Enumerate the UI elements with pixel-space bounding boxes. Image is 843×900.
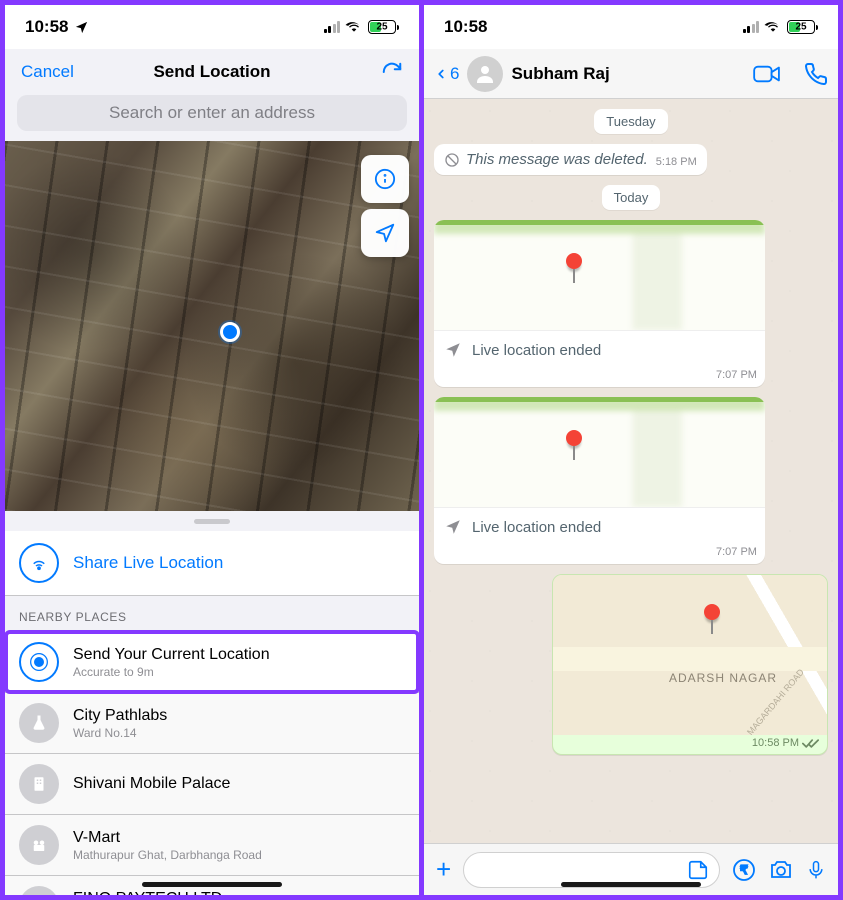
home-indicator[interactable] xyxy=(561,882,701,887)
place-title: City Pathlabs xyxy=(73,707,167,725)
received-live-location-card[interactable]: Live location ended 7:07 PM xyxy=(434,397,765,564)
live-location-ended-row: Live location ended xyxy=(434,330,765,369)
page-title: Send Location xyxy=(91,62,333,82)
place-sub: Accurate to 9m xyxy=(73,665,270,679)
place-title: Send Your Current Location xyxy=(73,646,270,664)
wifi-icon xyxy=(764,20,782,34)
store-icon xyxy=(19,825,59,865)
row-city-pathlabs[interactable]: City Pathlabs Ward No.14 xyxy=(5,692,419,753)
row-shivani-mobile-palace[interactable]: Shivani Mobile Palace xyxy=(5,753,419,814)
voice-call-button[interactable] xyxy=(804,62,828,86)
current-location-icon xyxy=(19,642,59,682)
location-map-thumb xyxy=(434,397,765,507)
bottom-sheet[interactable]: Share Live Location NEARBY PLACES Send Y… xyxy=(5,511,419,895)
map-area-label: ADARSH NAGAR xyxy=(669,671,777,685)
status-bar: 10:58 25 xyxy=(5,5,419,49)
share-live-location-label: Share Live Location xyxy=(73,553,223,573)
place-title: V-Mart xyxy=(73,829,262,847)
cellular-signal-icon xyxy=(743,21,760,33)
cellular-signal-icon xyxy=(324,21,341,33)
status-time: 10:58 xyxy=(25,17,68,37)
location-ended-icon xyxy=(444,341,462,359)
map-pin-icon xyxy=(704,604,720,620)
nav-bar: Cancel Send Location xyxy=(5,49,419,95)
payment-button[interactable]: ₹ xyxy=(732,858,756,882)
location-ended-icon xyxy=(444,518,462,536)
live-location-ended-row: Live location ended xyxy=(434,507,765,546)
svg-text:₹: ₹ xyxy=(740,863,748,877)
home-indicator[interactable] xyxy=(142,882,282,887)
attach-button[interactable]: + xyxy=(436,854,451,885)
back-button[interactable]: 6 xyxy=(434,63,459,85)
search-container: Search or enter an address xyxy=(5,95,419,141)
deleted-message[interactable]: This message was deleted. 5:18 PM xyxy=(434,144,707,175)
date-chip: Tuesday xyxy=(594,109,667,134)
message-time: 5:18 PM xyxy=(656,156,697,168)
video-call-button[interactable] xyxy=(752,63,782,85)
block-icon xyxy=(444,152,460,168)
avatar[interactable] xyxy=(467,56,503,92)
camera-button[interactable] xyxy=(768,858,794,882)
battery-icon: 25 xyxy=(368,20,399,34)
message-time: 7:07 PM xyxy=(434,369,765,387)
location-services-icon xyxy=(74,20,89,35)
place-title: Shivani Mobile Palace xyxy=(73,775,230,793)
map-pin-icon xyxy=(566,430,582,446)
search-placeholder: Search or enter an address xyxy=(109,103,315,123)
sticker-button[interactable] xyxy=(687,859,709,881)
location-map-thumb: ADARSH NAGAR MAGARDAHI ROAD xyxy=(553,575,827,735)
map-pin-icon xyxy=(566,253,582,269)
wifi-icon xyxy=(345,20,363,34)
contact-name[interactable]: Subham Raj xyxy=(511,64,744,84)
status-time: 10:58 xyxy=(444,17,487,37)
chat-header: 6 Subham Raj xyxy=(424,49,838,99)
battery-icon: 25 xyxy=(787,20,818,34)
recenter-button[interactable] xyxy=(361,209,409,257)
building-icon xyxy=(19,764,59,804)
cancel-button[interactable]: Cancel xyxy=(21,62,91,82)
search-input[interactable]: Search or enter an address xyxy=(17,95,407,131)
row-v-mart[interactable]: V-Mart Mathurapur Ghat, Darbhanga Road xyxy=(5,814,419,875)
live-location-icon xyxy=(19,543,59,583)
place-title: FINO PAYTECH LTD. xyxy=(73,890,255,896)
flask-icon xyxy=(19,703,59,743)
place-sub: Mathurapur Ghat, Darbhanga Road xyxy=(73,848,262,862)
sent-location-card[interactable]: ADARSH NAGAR MAGARDAHI ROAD 10:58 PM xyxy=(552,574,828,755)
phone-whatsapp-chat: 10:58 25 6 Subham Raj xyxy=(419,5,838,895)
row-send-current-location[interactable]: Send Your Current Location Accurate to 9… xyxy=(5,632,419,692)
refresh-button[interactable] xyxy=(333,61,403,83)
building-icon xyxy=(19,886,59,895)
chat-input-bar: + ₹ xyxy=(424,843,838,895)
map-info-button[interactable] xyxy=(361,155,409,203)
read-receipt-icon xyxy=(802,738,819,749)
grab-handle[interactable] xyxy=(5,511,419,531)
location-map-thumb xyxy=(434,220,765,330)
back-count: 6 xyxy=(450,64,459,84)
deleted-text: This message was deleted. xyxy=(466,151,648,168)
place-sub: Ward No.14 xyxy=(73,726,167,740)
share-live-location-row[interactable]: Share Live Location xyxy=(5,531,419,595)
mic-button[interactable] xyxy=(806,857,826,883)
map-satellite[interactable] xyxy=(5,141,419,511)
nearby-places-header: NEARBY PLACES xyxy=(5,596,419,632)
message-time: 7:07 PM xyxy=(434,546,765,564)
date-chip: Today xyxy=(602,185,661,210)
chat-scroll[interactable]: Tuesday This message was deleted. 5:18 P… xyxy=(424,99,838,843)
status-bar: 10:58 25 xyxy=(424,5,838,49)
phone-send-location: 10:58 25 Cancel Send Location xyxy=(5,5,419,895)
sent-time-row: 10:58 PM xyxy=(553,735,827,754)
received-live-location-card[interactable]: Live location ended 7:07 PM xyxy=(434,220,765,387)
user-location-dot xyxy=(220,322,240,342)
